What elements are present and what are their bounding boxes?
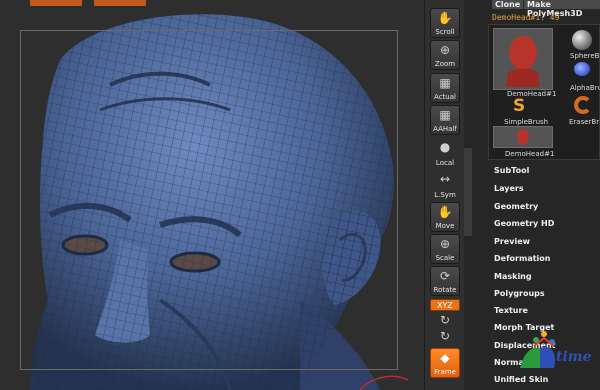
scroll-label: Scroll xyxy=(435,28,455,36)
canvas-viewport[interactable] xyxy=(0,0,424,390)
menu-polygroups[interactable]: Polygroups xyxy=(494,289,545,298)
tool-thumbnail-demohead-small[interactable] xyxy=(493,126,553,148)
thumb-label: EraserBr xyxy=(569,118,600,126)
move-button[interactable]: ✋ Move xyxy=(430,202,460,232)
frame-icon: ◆ xyxy=(440,351,450,365)
scale-label: Scale xyxy=(435,254,455,262)
actual-icon: ▦ xyxy=(439,76,451,90)
current-tool-name: DemoHead#1. 49 xyxy=(492,13,560,22)
menu-deformation[interactable]: Deformation xyxy=(494,254,550,263)
demohead-thumb-icon xyxy=(506,36,540,87)
actual-label: Actual xyxy=(434,93,456,101)
local-button[interactable]: ● Local xyxy=(430,138,460,168)
move-icon: ✋ xyxy=(437,205,453,219)
thumb-label: AlphaBru xyxy=(570,84,600,92)
actual-button[interactable]: ▦ Actual xyxy=(430,73,460,103)
make-polymesh-button[interactable]: Make PolyMesh3D xyxy=(524,0,600,18)
lsym-icon: ↔ xyxy=(439,172,451,186)
rotate-label: Rotate xyxy=(433,286,457,294)
scroll-button[interactable]: ✋ Scroll xyxy=(430,8,460,38)
thumb-label: SphereBr xyxy=(570,52,600,60)
eraserbrush-icon[interactable] xyxy=(574,96,592,114)
menu-subtool[interactable]: SubTool xyxy=(494,166,529,175)
menu-unified-skin[interactable]: Unified Skin xyxy=(494,375,548,384)
scroll-icon: ✋ xyxy=(437,11,453,25)
rotate-icon: ⟳ xyxy=(439,269,451,283)
frame-label: Frame xyxy=(434,368,456,376)
thumb-label: DemoHead#1 xyxy=(505,150,555,158)
alphabrush-icon[interactable] xyxy=(574,62,590,76)
lsym-label: L.Sym xyxy=(434,191,456,199)
clone-button[interactable]: Clone xyxy=(492,0,524,9)
watermark-logo: time xyxy=(510,328,600,372)
move-label: Move xyxy=(435,222,455,230)
menu-texture[interactable]: Texture xyxy=(494,306,528,315)
rotate-z-icon: ↻ xyxy=(439,329,451,343)
frame-button[interactable]: ◆ Frame xyxy=(430,348,460,378)
menu-geometry[interactable]: Geometry xyxy=(494,202,538,211)
tool-thumbnail-demohead[interactable] xyxy=(493,28,553,90)
aahalf-icon: ▦ xyxy=(439,108,451,122)
local-label: Local xyxy=(435,159,455,167)
local-icon: ● xyxy=(439,140,451,154)
canvas-frame xyxy=(20,30,398,370)
zoom-icon: ⊕ xyxy=(439,43,451,57)
simplebrush-icon[interactable]: S xyxy=(513,96,529,116)
menu-preview[interactable]: Preview xyxy=(494,237,530,246)
xyz-toggle[interactable]: XYZ xyxy=(430,299,460,311)
menu-geometry-hd[interactable]: Geometry HD xyxy=(494,219,554,228)
aahalf-label: AAHalf xyxy=(433,125,457,133)
demohead-small-thumb-icon xyxy=(517,129,529,145)
right-toolbar: ✋ Scroll ⊕ Zoom ▦ Actual ▦ AAHalf ● Loca… xyxy=(424,0,465,390)
scale-icon: ⊕ xyxy=(439,237,451,251)
watermark-text: time xyxy=(556,349,592,365)
thumb-label: SimpleBrush xyxy=(504,118,549,126)
panel-scrollbar[interactable] xyxy=(464,148,472,236)
rotate-y-button[interactable]: ↻ xyxy=(430,313,460,327)
spherebrush-icon[interactable] xyxy=(572,30,592,50)
zoom-label: Zoom xyxy=(434,60,456,68)
scale-button[interactable]: ⊕ Scale xyxy=(430,234,460,264)
rotate-button[interactable]: ⟳ Rotate xyxy=(430,266,460,296)
menu-layers[interactable]: Layers xyxy=(494,184,524,193)
aahalf-button[interactable]: ▦ AAHalf xyxy=(430,105,460,135)
menu-masking[interactable]: Masking xyxy=(494,272,532,281)
rotate-y-icon: ↻ xyxy=(439,313,451,327)
rotate-z-button[interactable]: ↻ xyxy=(430,329,460,343)
zoom-button[interactable]: ⊕ Zoom xyxy=(430,40,460,70)
lsym-button[interactable]: ↔ L.Sym xyxy=(430,170,460,200)
